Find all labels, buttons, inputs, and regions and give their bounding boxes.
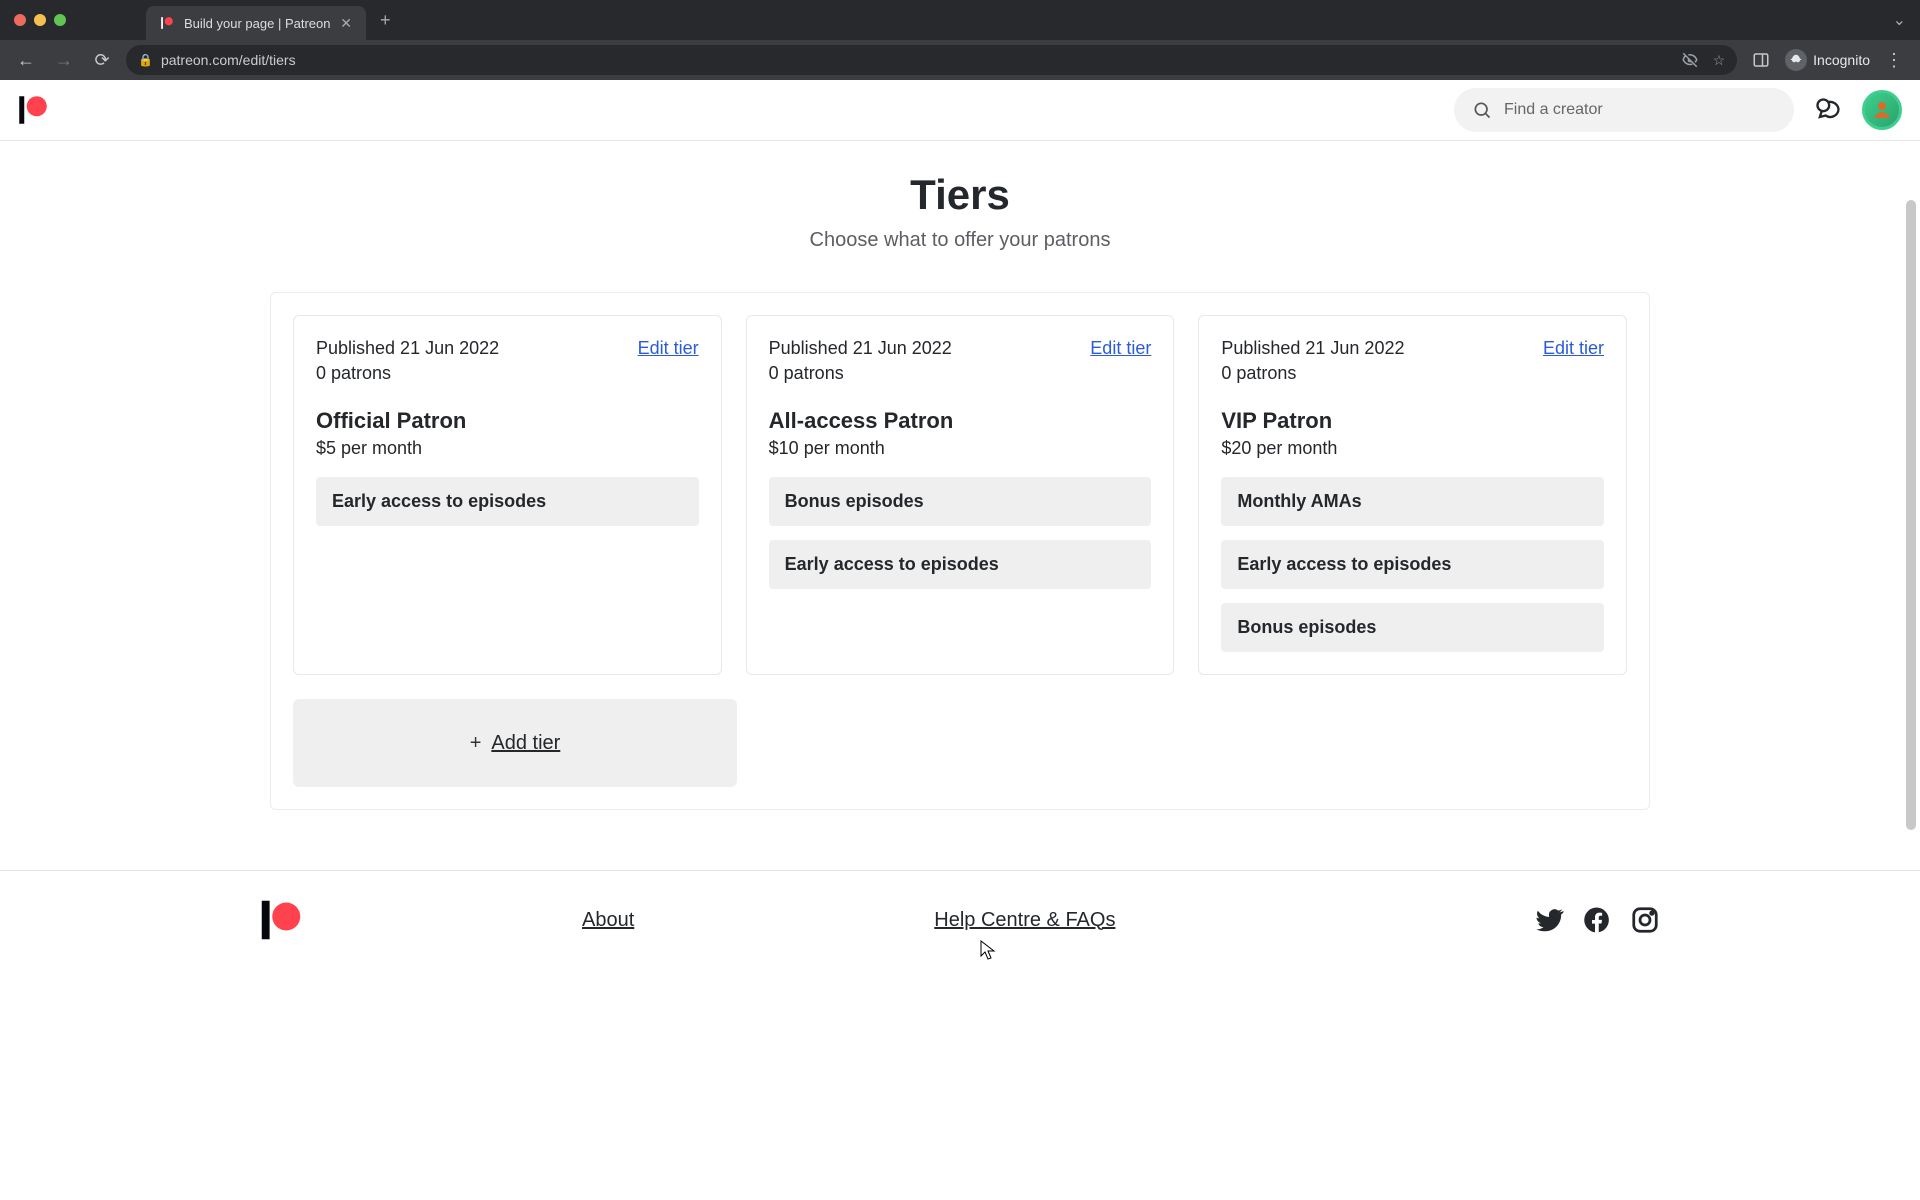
panel-icon[interactable] — [1747, 51, 1775, 69]
page-subtitle: Choose what to offer your patrons — [810, 229, 1111, 252]
mouse-cursor-icon — [980, 940, 996, 960]
search-placeholder: Find a creator — [1504, 101, 1603, 119]
edit-tier-link[interactable]: Edit tier — [1090, 338, 1151, 359]
tier-name: All-access Patron — [769, 408, 1152, 434]
back-button[interactable]: ← — [12, 50, 40, 71]
search-input[interactable]: Find a creator — [1454, 88, 1794, 132]
browser-tab-strip: Build your page | Patreon ✕ + ⌄ — [0, 0, 1920, 40]
twitter-icon[interactable] — [1534, 905, 1564, 935]
tiers-panel: Published 21 Jun 2022 0 patrons Edit tie… — [270, 292, 1650, 810]
tier-patron-count: 0 patrons — [769, 363, 952, 384]
reload-button[interactable]: ⟳ — [88, 50, 116, 71]
window-minimize-button[interactable] — [34, 14, 46, 26]
tab-close-icon[interactable]: ✕ — [340, 15, 352, 32]
edit-tier-link[interactable]: Edit tier — [638, 338, 699, 359]
add-tier-button[interactable]: + Add tier — [293, 699, 737, 787]
edit-tier-link[interactable]: Edit tier — [1543, 338, 1604, 359]
tier-benefit: Early access to episodes — [316, 477, 699, 526]
tier-published-date: Published 21 Jun 2022 — [316, 338, 499, 359]
search-icon — [1472, 100, 1492, 120]
plus-icon: + — [470, 732, 482, 755]
page-title: Tiers — [910, 171, 1010, 219]
window-controls — [14, 14, 66, 26]
site-header: Find a creator — [0, 80, 1920, 140]
tier-benefit: Early access to episodes — [1221, 540, 1604, 589]
lock-icon: 🔒 — [138, 53, 153, 67]
footer-link-about[interactable]: About — [582, 909, 634, 932]
facebook-icon[interactable] — [1582, 905, 1612, 935]
patreon-favicon-icon — [160, 15, 176, 31]
tier-benefit: Monthly AMAs — [1221, 477, 1604, 526]
tier-name: VIP Patron — [1221, 408, 1604, 434]
tier-card: Published 21 Jun 2022 0 patrons Edit tie… — [746, 315, 1175, 675]
tabs-overflow-icon[interactable]: ⌄ — [1893, 10, 1906, 30]
incognito-label: Incognito — [1813, 52, 1870, 68]
tier-price: $20 per month — [1221, 438, 1604, 459]
patreon-footer-logo[interactable] — [260, 899, 302, 941]
footer-link-help[interactable]: Help Centre & FAQs — [934, 909, 1115, 932]
new-tab-button[interactable]: + — [380, 10, 391, 31]
kebab-menu-icon[interactable]: ⋮ — [1880, 50, 1908, 71]
profile-avatar[interactable] — [1862, 90, 1902, 130]
tier-published-date: Published 21 Jun 2022 — [1221, 338, 1404, 359]
patreon-logo[interactable] — [18, 95, 48, 125]
browser-tab[interactable]: Build your page | Patreon ✕ — [146, 6, 366, 40]
browser-toolbar: ← → ⟳ 🔒 patreon.com/edit/tiers ☆ Incogni… — [0, 40, 1920, 80]
tier-benefit: Bonus episodes — [769, 477, 1152, 526]
tier-price: $10 per month — [769, 438, 1152, 459]
window-close-button[interactable] — [14, 14, 26, 26]
window-maximize-button[interactable] — [54, 14, 66, 26]
address-bar[interactable]: 🔒 patreon.com/edit/tiers ☆ — [126, 45, 1737, 75]
instagram-icon[interactable] — [1630, 905, 1660, 935]
eye-off-icon[interactable] — [1681, 51, 1699, 69]
vertical-scrollbar[interactable] — [1906, 200, 1916, 830]
star-icon[interactable]: ☆ — [1713, 52, 1726, 69]
add-tier-label: Add tier — [491, 732, 560, 755]
tier-patron-count: 0 patrons — [316, 363, 499, 384]
tier-card: Published 21 Jun 2022 0 patrons Edit tie… — [1198, 315, 1627, 675]
tier-benefit: Bonus episodes — [1221, 603, 1604, 652]
messages-icon[interactable] — [1812, 94, 1844, 126]
incognito-indicator[interactable]: Incognito — [1785, 49, 1870, 71]
tier-published-date: Published 21 Jun 2022 — [769, 338, 952, 359]
tier-card: Published 21 Jun 2022 0 patrons Edit tie… — [293, 315, 722, 675]
tier-benefit: Early access to episodes — [769, 540, 1152, 589]
url-text: patreon.com/edit/tiers — [161, 52, 296, 68]
tier-price: $5 per month — [316, 438, 699, 459]
incognito-icon — [1785, 49, 1807, 71]
tier-patron-count: 0 patrons — [1221, 363, 1404, 384]
site-footer: About Help Centre & FAQs — [0, 871, 1920, 941]
forward-button: → — [50, 50, 78, 71]
tab-title: Build your page | Patreon — [184, 16, 330, 31]
tier-name: Official Patron — [316, 408, 699, 434]
